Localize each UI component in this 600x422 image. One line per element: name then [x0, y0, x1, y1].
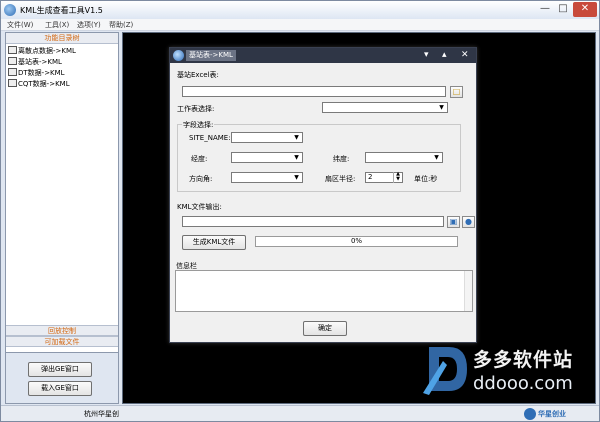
dialog-title-bar: 基站表->KML ▾ ▴ ✕: [170, 48, 476, 63]
tree-item-site-kml[interactable]: 基站表->KML: [8, 57, 62, 68]
azimuth-select[interactable]: ▼: [231, 172, 303, 183]
close-button[interactable]: ✕: [573, 2, 597, 17]
longitude-label: 经度:: [191, 155, 208, 163]
watermark-en-text: ddooo.com: [473, 373, 573, 394]
dialog-globe-icon: [173, 50, 184, 61]
radius-label: 扇区半径:: [325, 175, 356, 183]
radius-value: 2: [368, 173, 373, 181]
dt-data-icon: [8, 68, 17, 76]
menu-bar: 文件(W) 工具(X) 选项(Y) 帮助(Z): [1, 19, 599, 31]
title-bar: KML生成查看工具V1.5 — □ ✕: [1, 1, 599, 19]
generate-kml-button[interactable]: 生成KML文件: [182, 235, 246, 250]
watermark: 多多软件站 ddooo.com: [421, 341, 599, 401]
field-select-group-title: 字段选择:: [182, 120, 215, 130]
watermark-logo-icon: [423, 347, 467, 395]
load-ge-window-button[interactable]: 载入GE窗口: [28, 381, 92, 396]
info-scrollbar[interactable]: [464, 271, 472, 311]
kml-progress-bar: 0%: [255, 236, 458, 247]
scatter-data-icon: [8, 46, 17, 54]
app-globe-icon: [4, 4, 16, 16]
menu-help[interactable]: 帮助(Z): [109, 20, 133, 30]
site-table-icon: [8, 57, 17, 65]
function-tree-panel: 功能目录树 离散点数据->KML 基站表->KML DT数据->KML CQT数…: [5, 32, 119, 404]
maximize-button[interactable]: □: [555, 2, 571, 17]
dialog-dropdown-icon[interactable]: ▾: [424, 49, 429, 61]
menu-tools[interactable]: 工具(X): [45, 20, 69, 30]
loadable-files-bar[interactable]: 可加载文件: [6, 336, 118, 347]
sheet-label: 工作表选择:: [177, 105, 215, 113]
kml-output-field[interactable]: [182, 216, 444, 227]
radius-stepper[interactable]: 2 ▲ ▼: [365, 172, 403, 183]
window-title: KML生成查看工具V1.5: [20, 6, 103, 15]
menu-file[interactable]: 文件(W): [7, 20, 33, 30]
dialog-close-icon[interactable]: ✕: [461, 49, 469, 61]
tree-item-label: 基站表->KML: [18, 58, 62, 66]
sheet-select[interactable]: ▼: [322, 102, 448, 113]
site-name-label: SITE_NAME:: [189, 134, 231, 142]
chevron-down-icon: ▼: [294, 134, 299, 141]
chevron-down-icon: ▼: [434, 154, 439, 161]
latitude-select[interactable]: ▼: [365, 152, 443, 163]
cqt-data-icon: [8, 79, 17, 87]
excel-label: 基站Excel表:: [177, 71, 219, 79]
brand-logo: 华星创业: [524, 407, 596, 421]
unit-label: 单位:秒: [414, 175, 438, 183]
longitude-select[interactable]: ▼: [231, 152, 303, 163]
excel-path-field[interactable]: [182, 86, 446, 97]
watermark-cn-text: 多多软件站: [473, 349, 574, 371]
field-select-group: 字段选择: SITE_NAME: ▼ 经度: ▼ 纬度: ▼ 方向角: ▼ 扇区…: [177, 120, 461, 192]
dialog-pin-icon[interactable]: ▴: [442, 49, 447, 61]
save-disk-icon[interactable]: ▣: [447, 216, 460, 228]
tree-item-cqt-kml[interactable]: CQT数据->KML: [8, 79, 70, 90]
dialog-title: 基站表->KML: [186, 50, 236, 61]
site-table-kml-dialog: 基站表->KML ▾ ▴ ✕ 基站Excel表: □ 工作表选择: ▼ 字段选择…: [169, 47, 477, 343]
azimuth-label: 方向角:: [189, 175, 213, 183]
playback-control-bar[interactable]: 回放控制: [6, 325, 118, 336]
status-bar: 杭州华星创 华星创业: [1, 405, 599, 421]
open-folder-icon[interactable]: □: [450, 86, 463, 98]
spin-arrows-icon[interactable]: ▲ ▼: [393, 172, 402, 183]
info-textarea[interactable]: [175, 270, 473, 312]
google-earth-icon[interactable]: ●: [462, 216, 475, 228]
function-tree-header: 功能目录树: [6, 33, 118, 44]
chevron-down-icon: ▼: [294, 174, 299, 181]
chevron-down-icon: ▼: [439, 104, 444, 111]
tree-item-dt-kml[interactable]: DT数据->KML: [8, 68, 65, 79]
chevron-down-icon: ▼: [294, 154, 299, 161]
main-window: KML生成查看工具V1.5 — □ ✕ 文件(W) 工具(X) 选项(Y) 帮助…: [0, 0, 600, 422]
popup-ge-window-button[interactable]: 弹出GE窗口: [28, 362, 92, 377]
brand-mark-icon: [524, 408, 536, 420]
site-name-select[interactable]: ▼: [231, 132, 303, 143]
tree-item-label: DT数据->KML: [18, 69, 65, 77]
tree-item-scatter-kml[interactable]: 离散点数据->KML: [8, 46, 76, 57]
ok-button[interactable]: 确定: [303, 321, 347, 336]
brand-text: 华星创业: [538, 410, 566, 418]
tree-item-label: CQT数据->KML: [18, 80, 70, 88]
kml-output-label: KML文件输出:: [177, 203, 222, 211]
latitude-label: 纬度:: [333, 155, 350, 163]
left-button-area: 弹出GE窗口 载入GE窗口: [5, 352, 119, 404]
tree-item-label: 离散点数据->KML: [18, 47, 76, 55]
minimize-button[interactable]: —: [537, 2, 553, 17]
menu-options[interactable]: 选项(Y): [77, 20, 101, 30]
status-company-text: 杭州华星创: [84, 410, 119, 418]
